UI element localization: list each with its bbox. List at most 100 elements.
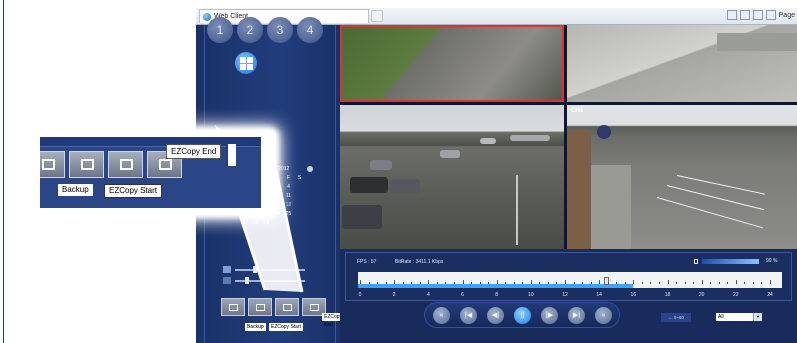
timeline-box: FPS : 57 BitRate : 3411.1 Kbps 99 % 0246… [345,252,792,301]
snapshot-icon [229,304,238,311]
timeline-hour-label: 6 [461,292,464,298]
home-icon[interactable] [726,10,737,20]
camera-3-view[interactable] [340,105,564,249]
timeline-tick [624,282,626,284]
calendar-day[interactable]: 28 [250,219,261,228]
timeline-hour-label: 10 [528,292,534,298]
calendar-day[interactable]: 11 [283,192,294,201]
channel-button-1[interactable]: 1 [207,17,233,43]
pause-button[interactable]: || [514,307,531,324]
print-icon[interactable] [765,10,776,20]
timeline-tick [360,280,361,284]
timeline-hour-label: 20 [698,292,705,298]
ie-icon [203,13,211,21]
quad-view-button[interactable] [235,52,257,74]
backup-button[interactable] [248,298,272,316]
new-tab-button[interactable] [371,10,383,22]
grid-cell-icon [240,64,246,70]
calendar-day[interactable]: 4 [283,183,294,192]
calendar-day[interactable]: 27 [239,219,250,228]
timeline-tick [402,282,404,284]
fast-forward-button[interactable]: » [595,307,612,324]
car [370,160,392,170]
timeline-played-range [358,284,634,288]
page-menu[interactable]: Page [779,10,795,22]
zoom-ezcopy-start-button[interactable] [108,151,143,178]
ezcopy-start-button[interactable] [275,298,299,316]
speed-range[interactable]: ← 0~60 [661,313,691,322]
timeline-hour-label: 14 [596,292,602,298]
timeline-tick [573,282,575,284]
zoom-backup-button[interactable] [69,151,104,178]
channel-select[interactable]: All ▼ [715,312,763,322]
timeline-tick [411,282,413,284]
calendar-day[interactable]: 29 [261,219,272,228]
page-left-border [3,0,4,343]
play-button[interactable]: |▶ [541,307,558,324]
timeline-tick [419,282,421,284]
playback-controls: « |◀ ◀| || |▶ ▶| » [424,302,620,328]
step-forward-button[interactable]: ▶| [568,307,585,324]
timeline-tick [701,280,703,284]
timeline-hour-label: 4 [426,292,430,298]
parking-stripe [666,185,765,211]
zoom-snapshot-button[interactable] [40,151,65,178]
backup-tooltip: Backup [245,323,266,331]
ezcopy-start-icon [283,304,292,311]
calendar-next-icon[interactable] [307,166,313,172]
timeline-tick [770,280,771,284]
timeline-tick [607,282,609,284]
timeline-ruler[interactable] [358,272,782,288]
magnified-callout: Backup EZCopy Start [31,130,276,215]
timeline-tick [530,280,532,284]
calendar-day[interactable]: 25 [283,210,294,219]
timeline-tick [582,282,584,284]
timeline-tick [368,282,370,284]
step-back-button[interactable]: |◀ [460,307,477,324]
feeds-icon[interactable] [739,10,750,20]
timeline-tick [377,282,379,284]
volume-slider[interactable] [235,269,305,271]
timeline-tick [590,282,592,284]
rewind-button[interactable]: ◀| [487,307,504,324]
zoom-ezcopy-start-label: EZCopy Start [104,184,163,198]
snapshot-icon [42,159,55,170]
channel-select-value: All [718,314,724,320]
timeline-tick [761,282,763,284]
ezcopy-start-icon [120,159,133,170]
channel-button-2[interactable]: 2 [237,17,263,43]
timeline-tick [556,282,558,284]
chevron-down-icon[interactable]: ▼ [753,313,762,321]
timeline-tick [727,282,729,284]
balance-slider-knob[interactable] [245,277,249,284]
rewind-fast-button[interactable]: « [433,307,450,324]
timeline-tick [650,282,652,284]
building-logo [597,125,611,139]
browser-window: Web Client Page 1 2 3 4 Feb, 2012 T F S … [196,8,797,343]
timeline-hour-label: 8 [495,292,499,298]
camera-2-view[interactable] [567,25,797,102]
timeline-tick [735,280,737,284]
camera-4-view[interactable]: CH4 [567,105,797,249]
timeline-tick [385,282,387,284]
timeline-hour-label: 22 [733,292,739,298]
fps-readout: FPS : 57 [357,259,377,265]
snapshot-button[interactable] [221,298,245,316]
timeline-hour-label: 18 [664,292,671,298]
channel-button-3[interactable]: 3 [267,17,293,43]
channel-button-4[interactable]: 4 [297,17,323,43]
timeline-tick [710,282,712,284]
parking-line [516,175,518,245]
timeline-tick [445,282,447,284]
car [510,135,550,141]
timeline-tick [539,282,541,284]
browser-toolbar: Page [726,10,795,22]
ezcopy-end-icon [159,159,172,170]
timeline-tick [453,282,455,284]
calendar-week-row: 27 28 29 [239,219,317,228]
volume-slider-knob[interactable] [253,266,257,273]
camera-1-view[interactable] [340,25,564,102]
calendar-day[interactable]: 18 [283,201,294,210]
mail-icon[interactable] [752,10,763,20]
timeline-tick [436,282,438,284]
